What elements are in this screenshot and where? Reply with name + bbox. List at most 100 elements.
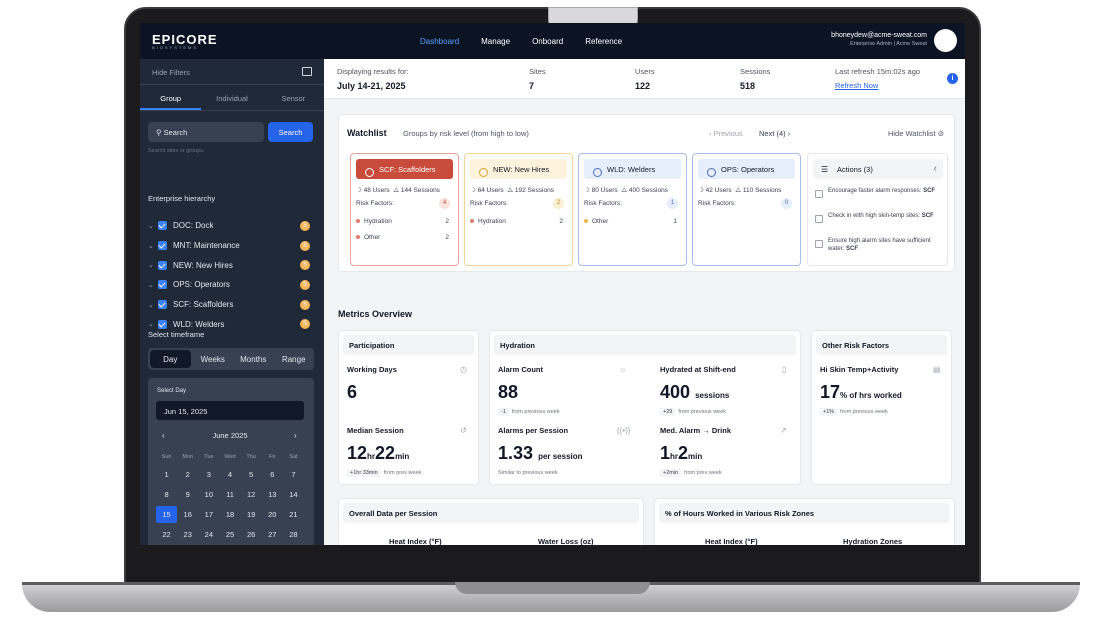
actions-header[interactable]: ☰ Actions (3) ‹ (813, 159, 943, 179)
calendar-day[interactable]: 6 (262, 466, 283, 483)
timeframe-months[interactable]: Months (233, 348, 274, 370)
watchlist-previous-button[interactable]: ‹ Previous (709, 129, 743, 138)
nav-dashboard[interactable]: Dashboard (420, 37, 459, 46)
search-input[interactable]: ⚲ Search (148, 122, 264, 142)
calendar-day[interactable]: 3 (198, 466, 219, 483)
nav-reference[interactable]: Reference (585, 37, 622, 46)
chevron-down-icon[interactable]: ⌄ (148, 261, 158, 269)
user-role: Enterprise Admin | Acme Sweat (850, 41, 927, 47)
calendar-day[interactable]: 16 (177, 506, 198, 523)
timeframe-range[interactable]: Range (274, 348, 315, 370)
risk-item-label: Hydration (478, 218, 506, 225)
site-badge: S (300, 279, 310, 290)
calendar-day[interactable]: 12 (241, 486, 262, 503)
chevron-down-icon[interactable]: ⌄ (148, 320, 158, 328)
aps-note: Similar to previous week (498, 470, 558, 476)
calendar-day[interactable]: 8 (156, 486, 177, 503)
action-checkbox[interactable] (815, 190, 823, 198)
tree-item-ops[interactable]: ⌄ OPS: Operators S (148, 275, 314, 295)
calendar-day[interactable]: 14 (283, 486, 304, 503)
next-month-icon[interactable]: › (294, 431, 297, 440)
date-input[interactable]: Jun 15, 2025 (156, 401, 304, 420)
calendar-day[interactable]: 10 (198, 486, 219, 503)
chevron-down-icon[interactable]: ⌄ (148, 242, 158, 250)
delta-text: from previous week (840, 409, 888, 415)
calendar-day[interactable]: 25 (219, 526, 240, 543)
delta-badge: +1% (820, 408, 838, 416)
summary-bar: Displaying results for: July 14-21, 2025… (324, 59, 965, 99)
calendar-day[interactable]: 7 (283, 466, 304, 483)
calendar-day[interactable]: 26 (241, 526, 262, 543)
tree-item-mnt[interactable]: ⌄ MNT: Maintenance S (148, 236, 314, 256)
checkbox[interactable] (158, 300, 167, 310)
site-badge: S (300, 260, 310, 271)
timeframe-day[interactable]: Day (150, 350, 191, 368)
watch-group-users: 42 Users (705, 187, 732, 194)
watch-group-counts: ☽ 42 Users ⧊ 110 Sessions (698, 186, 781, 195)
nav-onboard[interactable]: Onboard (532, 37, 563, 46)
calendar-day[interactable]: 28 (283, 526, 304, 543)
calendar-day[interactable]: 17 (198, 506, 219, 523)
calendar-day[interactable]: 27 (262, 526, 283, 543)
calendar-day[interactable]: 20 (262, 506, 283, 523)
calendar-day[interactable]: 4 (219, 466, 240, 483)
calendar-day[interactable]: 24 (198, 526, 219, 543)
calendar-day[interactable]: 15 (156, 506, 178, 523)
hide-watchlist-button[interactable]: Hide Watchlist ⊘ (888, 129, 944, 138)
tree-item-doc[interactable]: ⌄ DOC: Dock S (148, 216, 314, 236)
hide-filters-label[interactable]: Hide Filters (152, 68, 190, 77)
chevron-down-icon[interactable]: ⌄ (148, 222, 158, 230)
calendar-day[interactable]: 21 (283, 506, 304, 523)
watch-group-users: 64 Users (477, 187, 504, 194)
calendar-day[interactable]: 2 (177, 466, 198, 483)
watch-group-new[interactable]: NEW: New Hires ☽ 64 Users ⧊ 192 Sessions… (464, 153, 573, 266)
checkbox[interactable] (158, 241, 167, 251)
panel-toggle-icon[interactable] (302, 67, 312, 76)
calendar-day[interactable]: 18 (219, 506, 240, 523)
checkbox[interactable] (158, 260, 167, 270)
tree-item-new[interactable]: ⌄ NEW: New Hires S (148, 255, 314, 275)
action-item[interactable]: Check in with high skin-temp sites: SCF (815, 213, 941, 223)
watch-group-scf[interactable]: SCF: Scaffolders ☽ 48 Users ⧊ 144 Sessio… (350, 153, 459, 266)
watchlist-next-button[interactable]: Next (4) › (759, 129, 790, 138)
chevron-down-icon[interactable]: ⌄ (148, 281, 158, 289)
summary-sessions: Sessions 518 (740, 67, 770, 91)
calendar-day[interactable]: 1 (156, 466, 177, 483)
tab-sensor[interactable]: Sensor (263, 85, 324, 110)
action-checkbox[interactable] (815, 215, 823, 223)
nav-manage[interactable]: Manage (481, 37, 510, 46)
user-info[interactable]: bhoneydew@acme-sweat.com Enterprise Admi… (831, 32, 927, 47)
hide-watchlist-label: Hide Watchlist (887, 129, 936, 138)
calendar-day[interactable]: 13 (262, 486, 283, 503)
chevron-left-icon[interactable]: ‹ (934, 163, 937, 174)
info-icon[interactable]: i (947, 73, 958, 84)
tree-item-scf[interactable]: ⌄ SCF: Scaffolders S (148, 295, 314, 315)
hi-skin-delta: +1% from previous week (820, 408, 902, 416)
calendar-day[interactable]: 9 (177, 486, 198, 503)
action-item[interactable]: Encourage faster alarm responses: SCF (815, 188, 941, 198)
checkbox[interactable] (158, 280, 167, 290)
calendar-day[interactable]: 19 (241, 506, 262, 523)
avatar[interactable] (934, 29, 957, 52)
med-alarm-value: 1hr2min (660, 443, 731, 464)
watch-group-wld[interactable]: WLD: Welders ☽ 80 Users ⧊ 400 Sessions R… (578, 153, 687, 266)
calendar-day[interactable]: 11 (219, 486, 240, 503)
timeframe-weeks[interactable]: Weeks (193, 348, 234, 370)
risk-count-badge: 2 (553, 198, 564, 209)
checkbox[interactable] (158, 221, 167, 231)
calendar-dow: Thu (246, 454, 256, 460)
action-item[interactable]: Ensure high alarm sites have sufficient … (815, 238, 941, 254)
refresh-now-link[interactable]: Refresh Now (835, 81, 920, 90)
tab-individual[interactable]: Individual (201, 85, 262, 110)
calendar-day[interactable]: 5 (241, 466, 262, 483)
chevron-down-icon[interactable]: ⌄ (148, 301, 158, 309)
tab-group[interactable]: Group (140, 85, 202, 110)
calendar-day[interactable]: 22 (156, 526, 177, 543)
users-icon: ☽ (470, 187, 476, 194)
select-day-label: Select Day (157, 388, 187, 394)
action-checkbox[interactable] (815, 240, 823, 248)
search-button[interactable]: Search (268, 122, 313, 142)
calendar-day[interactable]: 23 (177, 526, 198, 543)
checkbox[interactable] (158, 319, 167, 329)
watch-group-ops[interactable]: OPS: Operators ☽ 42 Users ⧊ 110 Sessions… (692, 153, 801, 266)
